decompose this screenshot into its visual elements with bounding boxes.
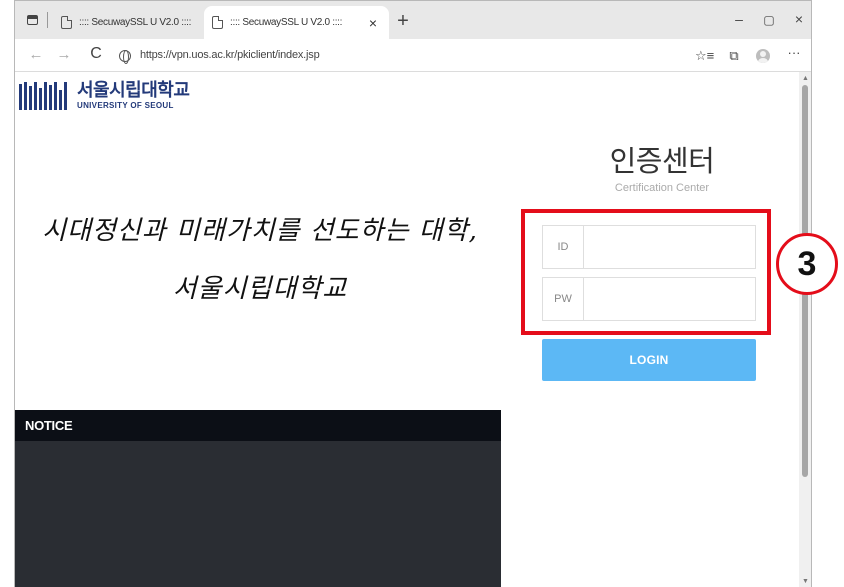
step-number-badge: 3 <box>776 233 838 295</box>
logo-mark-icon <box>19 82 67 110</box>
browser-window: :::: SecuwaySSL U V2.0 :::: × :::: Secuw… <box>14 0 812 587</box>
slogan-line-2: 서울시립대학교 <box>172 274 348 304</box>
site-info-icon[interactable] <box>119 50 131 64</box>
forward-button[interactable]: → <box>55 46 73 63</box>
slogan-line-1: 시대정신과 미래가치를 선도하는 대학, <box>42 216 478 246</box>
url-field[interactable]: https://vpn.uos.ac.kr/pkiclient/index.js… <box>140 49 320 61</box>
more-menu-icon[interactable]: ··· <box>785 45 803 60</box>
tab-close-icon[interactable]: × <box>363 15 383 31</box>
university-logo[interactable]: 서울시립대학교 UNIVERSITY OF SEOUL <box>19 80 190 118</box>
tab-title: :::: SecuwaySSL U V2.0 :::: <box>79 17 192 28</box>
tab-title: :::: SecuwaySSL U V2.0 :::: <box>230 17 343 28</box>
scroll-down-icon[interactable]: ▼ <box>802 578 809 585</box>
notice-title: NOTICE <box>15 410 501 441</box>
profile-avatar[interactable] <box>756 49 770 63</box>
logo-korean: 서울시립대학교 <box>77 80 190 100</box>
cert-subtitle: Certification Center <box>614 182 710 194</box>
tab-separator <box>47 12 48 28</box>
reload-button[interactable]: C <box>87 45 105 63</box>
minimize-button[interactable]: – <box>729 11 749 27</box>
collections-icon[interactable]: ⧉ <box>725 48 743 64</box>
page-icon <box>212 16 223 29</box>
scroll-up-icon[interactable]: ▲ <box>802 75 809 82</box>
login-button[interactable]: LOGIN <box>542 339 756 381</box>
notice-panel: NOTICE <box>15 410 501 587</box>
close-window-button[interactable]: × <box>789 11 809 27</box>
maximize-button[interactable]: ▢ <box>759 13 779 27</box>
page-icon <box>61 16 72 29</box>
workspaces-icon[interactable] <box>25 12 41 28</box>
cert-title: 인증센터 <box>609 146 715 178</box>
scrollbar[interactable]: ▲ ▼ <box>799 72 811 587</box>
logo-english: UNIVERSITY OF SEOUL <box>77 101 174 110</box>
favorites-icon[interactable]: ☆≡ <box>695 48 714 64</box>
new-tab-button[interactable]: + <box>393 10 413 33</box>
address-bar: ← → C https://vpn.uos.ac.kr/pkiclient/in… <box>15 39 811 72</box>
page-viewport: 서울시립대학교 UNIVERSITY OF SEOUL 시대정신과 미래가치를 … <box>15 72 811 587</box>
back-button[interactable]: ← <box>27 46 45 63</box>
tab-active[interactable]: :::: SecuwaySSL U V2.0 :::: × <box>204 6 389 39</box>
tab-bar: :::: SecuwaySSL U V2.0 :::: × :::: Secuw… <box>15 1 811 39</box>
highlight-box <box>521 209 771 335</box>
